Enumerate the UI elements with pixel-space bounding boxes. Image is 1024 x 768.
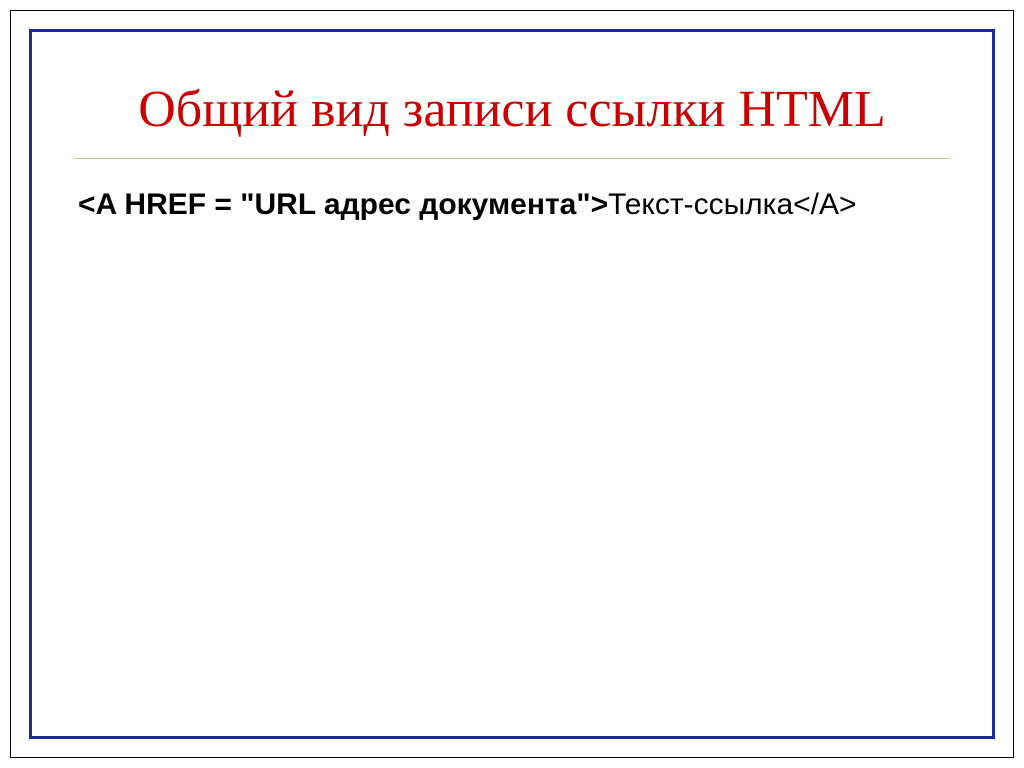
code-bold-segment: <A HREF = "URL адрес документа">	[78, 188, 608, 221]
slide-title: Общий вид записи ссылки HTML	[74, 80, 950, 159]
body-code-line: <A HREF = "URL адрес документа">Текст-сс…	[74, 185, 950, 226]
inner-frame: Общий вид записи ссылки HTML <A HREF = "…	[29, 29, 995, 739]
code-rest-segment: Текст-ссылка</A>	[608, 188, 856, 221]
outer-frame: Общий вид записи ссылки HTML <A HREF = "…	[10, 10, 1014, 758]
